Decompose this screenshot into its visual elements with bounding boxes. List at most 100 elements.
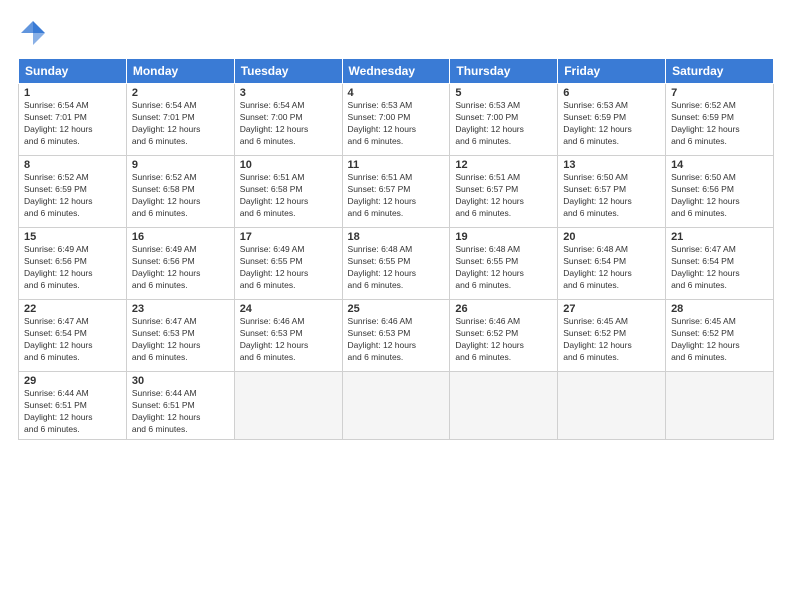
day-number: 16: [132, 231, 229, 243]
day-info: Sunrise: 6:53 AM Sunset: 6:59 PM Dayligh…: [563, 100, 660, 148]
calendar-cell: 17Sunrise: 6:49 AM Sunset: 6:55 PM Dayli…: [234, 228, 342, 300]
day-info: Sunrise: 6:48 AM Sunset: 6:54 PM Dayligh…: [563, 244, 660, 292]
day-info: Sunrise: 6:47 AM Sunset: 6:53 PM Dayligh…: [132, 316, 229, 364]
day-number: 15: [24, 231, 121, 243]
day-number: 27: [563, 303, 660, 315]
day-number: 26: [455, 303, 552, 315]
calendar-cell: 21Sunrise: 6:47 AM Sunset: 6:54 PM Dayli…: [666, 228, 774, 300]
day-number: 4: [348, 87, 445, 99]
calendar-week-2: 8Sunrise: 6:52 AM Sunset: 6:59 PM Daylig…: [19, 156, 774, 228]
calendar-week-3: 15Sunrise: 6:49 AM Sunset: 6:56 PM Dayli…: [19, 228, 774, 300]
calendar-cell: 26Sunrise: 6:46 AM Sunset: 6:52 PM Dayli…: [450, 300, 558, 372]
day-number: 2: [132, 87, 229, 99]
day-number: 8: [24, 159, 121, 171]
day-number: 22: [24, 303, 121, 315]
day-info: Sunrise: 6:51 AM Sunset: 6:57 PM Dayligh…: [348, 172, 445, 220]
calendar-week-5: 29Sunrise: 6:44 AM Sunset: 6:51 PM Dayli…: [19, 372, 774, 440]
day-info: Sunrise: 6:48 AM Sunset: 6:55 PM Dayligh…: [455, 244, 552, 292]
calendar-cell: [558, 372, 666, 440]
day-number: 18: [348, 231, 445, 243]
calendar-cell: 20Sunrise: 6:48 AM Sunset: 6:54 PM Dayli…: [558, 228, 666, 300]
day-number: 3: [240, 87, 337, 99]
day-info: Sunrise: 6:48 AM Sunset: 6:55 PM Dayligh…: [348, 244, 445, 292]
calendar-week-4: 22Sunrise: 6:47 AM Sunset: 6:54 PM Dayli…: [19, 300, 774, 372]
col-header-friday: Friday: [558, 59, 666, 84]
day-info: Sunrise: 6:47 AM Sunset: 6:54 PM Dayligh…: [24, 316, 121, 364]
calendar-cell: 24Sunrise: 6:46 AM Sunset: 6:53 PM Dayli…: [234, 300, 342, 372]
day-number: 25: [348, 303, 445, 315]
calendar-cell: 22Sunrise: 6:47 AM Sunset: 6:54 PM Dayli…: [19, 300, 127, 372]
day-info: Sunrise: 6:49 AM Sunset: 6:55 PM Dayligh…: [240, 244, 337, 292]
calendar-cell: 12Sunrise: 6:51 AM Sunset: 6:57 PM Dayli…: [450, 156, 558, 228]
day-info: Sunrise: 6:52 AM Sunset: 6:59 PM Dayligh…: [24, 172, 121, 220]
calendar-week-1: 1 Sunrise: 6:54 AM Sunset: 7:01 PM Daylig…: [19, 84, 774, 156]
calendar-cell: 10Sunrise: 6:51 AM Sunset: 6:58 PM Dayli…: [234, 156, 342, 228]
col-header-saturday: Saturday: [666, 59, 774, 84]
day-info: Sunrise: 6:46 AM Sunset: 6:52 PM Dayligh…: [455, 316, 552, 364]
day-info: Sunrise: 6:45 AM Sunset: 6:52 PM Dayligh…: [563, 316, 660, 364]
calendar-cell: 16Sunrise: 6:49 AM Sunset: 6:56 PM Dayli…: [126, 228, 234, 300]
day-number: 9: [132, 159, 229, 171]
day-info: Sunrise: 6:49 AM Sunset: 6:56 PM Dayligh…: [132, 244, 229, 292]
day-info: Sunrise: 6:50 AM Sunset: 6:56 PM Dayligh…: [671, 172, 768, 220]
col-header-thursday: Thursday: [450, 59, 558, 84]
day-number: 29: [24, 375, 121, 387]
col-header-sunday: Sunday: [19, 59, 127, 84]
calendar-cell: 19Sunrise: 6:48 AM Sunset: 6:55 PM Dayli…: [450, 228, 558, 300]
day-number: 5: [455, 87, 552, 99]
col-header-wednesday: Wednesday: [342, 59, 450, 84]
calendar-cell: 28Sunrise: 6:45 AM Sunset: 6:52 PM Dayli…: [666, 300, 774, 372]
day-number: 10: [240, 159, 337, 171]
calendar-cell: [342, 372, 450, 440]
day-number: 11: [348, 159, 445, 171]
calendar-cell: 29Sunrise: 6:44 AM Sunset: 6:51 PM Dayli…: [19, 372, 127, 440]
day-number: 20: [563, 231, 660, 243]
day-number: 1: [24, 87, 121, 99]
calendar-header-row: SundayMondayTuesdayWednesdayThursdayFrid…: [19, 59, 774, 84]
calendar-cell: 8Sunrise: 6:52 AM Sunset: 6:59 PM Daylig…: [19, 156, 127, 228]
day-info: Sunrise: 6:51 AM Sunset: 6:58 PM Dayligh…: [240, 172, 337, 220]
day-info: Sunrise: 6:44 AM Sunset: 6:51 PM Dayligh…: [24, 388, 121, 436]
page-header: [18, 18, 774, 48]
calendar-cell: 4Sunrise: 6:53 AM Sunset: 7:00 PM Daylig…: [342, 84, 450, 156]
calendar-cell: 23Sunrise: 6:47 AM Sunset: 6:53 PM Dayli…: [126, 300, 234, 372]
day-info: Sunrise: 6:51 AM Sunset: 6:57 PM Dayligh…: [455, 172, 552, 220]
calendar-cell: 14Sunrise: 6:50 AM Sunset: 6:56 PM Dayli…: [666, 156, 774, 228]
day-info: Sunrise: 6:44 AM Sunset: 6:51 PM Dayligh…: [132, 388, 229, 436]
day-number: 13: [563, 159, 660, 171]
day-info: Sunrise: 6:54 AM Sunset: 7:00 PM Dayligh…: [240, 100, 337, 148]
day-info: Sunrise: 6:50 AM Sunset: 6:57 PM Dayligh…: [563, 172, 660, 220]
day-info: Sunrise: 6:45 AM Sunset: 6:52 PM Dayligh…: [671, 316, 768, 364]
calendar-table: SundayMondayTuesdayWednesdayThursdayFrid…: [18, 58, 774, 440]
calendar-cell: [450, 372, 558, 440]
day-number: 28: [671, 303, 768, 315]
day-info: Sunrise: 6:53 AM Sunset: 7:00 PM Dayligh…: [348, 100, 445, 148]
calendar-cell: 11Sunrise: 6:51 AM Sunset: 6:57 PM Dayli…: [342, 156, 450, 228]
day-info: Sunrise: 6:46 AM Sunset: 6:53 PM Dayligh…: [348, 316, 445, 364]
day-number: 30: [132, 375, 229, 387]
day-number: 12: [455, 159, 552, 171]
calendar-cell: 9Sunrise: 6:52 AM Sunset: 6:58 PM Daylig…: [126, 156, 234, 228]
col-header-tuesday: Tuesday: [234, 59, 342, 84]
day-info: Sunrise: 6:53 AM Sunset: 7:00 PM Dayligh…: [455, 100, 552, 148]
day-info: Sunrise: 6:47 AM Sunset: 6:54 PM Dayligh…: [671, 244, 768, 292]
calendar-cell: 15Sunrise: 6:49 AM Sunset: 6:56 PM Dayli…: [19, 228, 127, 300]
day-number: 24: [240, 303, 337, 315]
day-number: 17: [240, 231, 337, 243]
day-info: Sunrise: 6:46 AM Sunset: 6:53 PM Dayligh…: [240, 316, 337, 364]
calendar-cell: 27Sunrise: 6:45 AM Sunset: 6:52 PM Dayli…: [558, 300, 666, 372]
day-info: Sunrise: 6:52 AM Sunset: 6:58 PM Dayligh…: [132, 172, 229, 220]
day-info: Sunrise: 6:54 AM Sunset: 7:01 PM Dayligh…: [132, 100, 229, 148]
calendar-cell: 1Sunrise: 6:54 AM Sunset: 7:01 PM Daylig…: [19, 84, 127, 156]
col-header-monday: Monday: [126, 59, 234, 84]
calendar-cell: 7Sunrise: 6:52 AM Sunset: 6:59 PM Daylig…: [666, 84, 774, 156]
logo: [18, 18, 52, 48]
calendar-cell: 3Sunrise: 6:54 AM Sunset: 7:00 PM Daylig…: [234, 84, 342, 156]
calendar-cell: [234, 372, 342, 440]
day-number: 19: [455, 231, 552, 243]
calendar-cell: 6Sunrise: 6:53 AM Sunset: 6:59 PM Daylig…: [558, 84, 666, 156]
day-number: 14: [671, 159, 768, 171]
calendar-cell: 13Sunrise: 6:50 AM Sunset: 6:57 PM Dayli…: [558, 156, 666, 228]
day-number: 23: [132, 303, 229, 315]
day-info: Sunrise: 6:49 AM Sunset: 6:56 PM Dayligh…: [24, 244, 121, 292]
